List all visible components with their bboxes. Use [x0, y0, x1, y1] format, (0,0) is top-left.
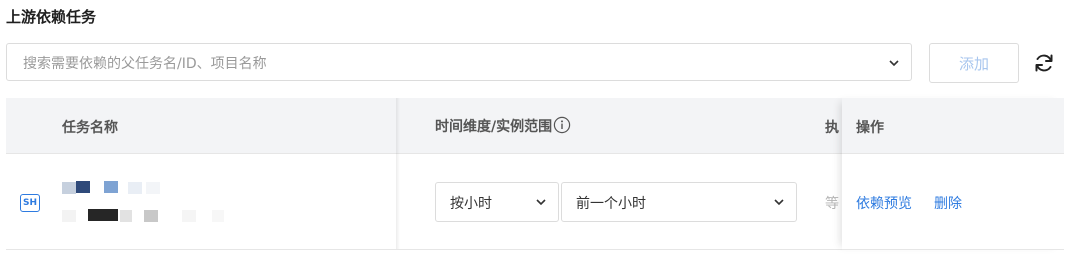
- parent-task-search-input[interactable]: [21, 51, 865, 77]
- chevron-down-icon[interactable]: [887, 56, 901, 70]
- header-time-scope-label: 时间维度/实例范围: [435, 119, 553, 135]
- redacted-task-name: [128, 182, 142, 194]
- instance-range-select[interactable]: 前一个小时: [561, 182, 797, 222]
- time-unit-select[interactable]: 按小时: [435, 182, 559, 222]
- redacted-task-name: [104, 181, 118, 193]
- header-task-name: 任务名称: [62, 120, 118, 136]
- chevron-down-icon[interactable]: [772, 195, 786, 209]
- redacted-task-name: [146, 182, 160, 194]
- delete-link[interactable]: 删除: [934, 193, 962, 213]
- actions-header: 操作: [842, 98, 1064, 154]
- dependency-preview-link[interactable]: 依赖预览: [856, 193, 912, 213]
- actions-cell: 依赖预览 删除: [842, 154, 1064, 250]
- redacted-task-id: [182, 210, 196, 222]
- header-time-scope: 时间维度/实例范围: [435, 116, 571, 138]
- refresh-icon[interactable]: [1032, 51, 1056, 75]
- actions-column: 操作 依赖预览 删除: [842, 98, 1064, 250]
- chevron-down-icon[interactable]: [534, 195, 548, 209]
- redacted-task-id: [212, 210, 224, 222]
- upstream-task-table: 任务名称 时间维度/实例范围 执 SH 按小时 前一个小时 等 操作 依赖预览 …: [6, 98, 1064, 250]
- redacted-task-name: [62, 182, 76, 194]
- add-button[interactable]: 添加: [929, 43, 1019, 83]
- header-actions: 操作: [856, 120, 884, 136]
- parent-task-search-select[interactable]: [6, 43, 912, 81]
- redacted-task-id: [120, 210, 132, 222]
- truncated-cell-text: 等: [825, 196, 839, 212]
- upstream-search-row: 添加: [6, 43, 1076, 83]
- header-exec-truncated: 执: [825, 120, 839, 136]
- redacted-task-name: [76, 181, 90, 193]
- redacted-task-id: [62, 210, 76, 222]
- instance-range-value: 前一个小时: [576, 196, 646, 212]
- shell-task-type-icon: SH: [20, 194, 40, 212]
- redacted-task-id: [144, 210, 158, 222]
- redacted-task-id: [88, 209, 118, 221]
- time-unit-value: 按小时: [450, 196, 492, 212]
- info-icon[interactable]: [553, 116, 571, 138]
- section-title: 上游依赖任务: [6, 8, 97, 26]
